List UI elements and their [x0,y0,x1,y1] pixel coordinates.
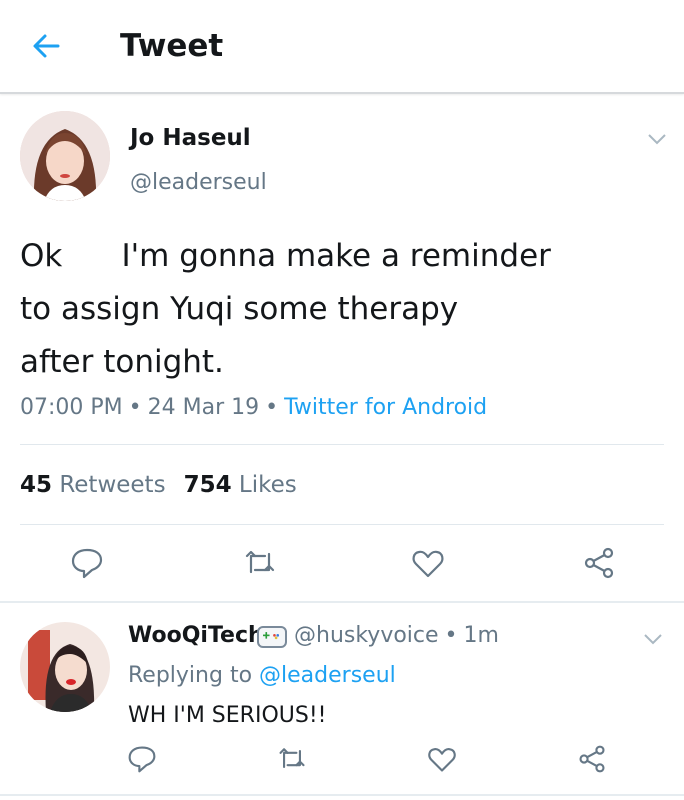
retweets-count: 45 [20,472,53,498]
reply-author-name[interactable]: WooQiTech [128,623,264,648]
divider [0,601,684,603]
tweet-line: Ok I'm gonna make a reminder [20,238,551,274]
retweets-label: Retweets [59,472,166,498]
share-icon[interactable] [582,546,616,580]
avatar[interactable] [20,111,110,201]
retweet-icon[interactable] [243,546,277,580]
likes-label: Likes [238,472,297,498]
separator-dot: • [128,395,142,420]
arrow-left-icon[interactable] [30,30,62,62]
tweet-text: Ok I'm gonna make a reminder to assign Y… [20,230,660,389]
likes-count: 754 [183,472,232,498]
tweet-stats: 45 Retweets 754 Likes [20,472,297,498]
replying-mention-link[interactable]: @leaderseul [259,663,396,688]
like-icon[interactable] [411,546,445,580]
reply-text: WH I'M SERIOUS!! [128,703,327,728]
divider [20,524,664,525]
replying-prefix: Replying to [128,663,253,688]
avatar[interactable] [20,622,110,712]
likes-stat[interactable]: 754 Likes [184,472,297,498]
share-icon[interactable] [577,744,607,774]
divider [20,444,664,445]
tweet-line: after tonight. [20,344,224,380]
reply-time: 1m [463,623,499,648]
tweet-meta: 07:00 PM • 24 Mar 19 • Twitter for Android [20,395,487,420]
reply-author-handle[interactable]: @huskyvoice [294,623,439,648]
tweet-source-link[interactable]: Twitter for Android [284,395,487,420]
chevron-down-icon[interactable] [643,630,663,645]
replying-to: Replying to @leaderseul [128,663,396,688]
reply-icon[interactable] [127,744,157,774]
separator-dot: • [444,623,458,648]
top-bar: Tweet [0,0,684,94]
like-icon[interactable] [427,744,457,774]
retweet-icon[interactable] [277,744,307,774]
author-name[interactable]: Jo Haseul [130,125,251,151]
tweet-time: 07:00 PM [20,395,123,420]
retweets-stat[interactable]: 45 Retweets [20,472,166,498]
divider [0,794,684,796]
tweet-line: to assign Yuqi some therapy [20,291,459,327]
separator-dot: • [265,395,279,420]
author-handle[interactable]: @leaderseul [130,170,267,195]
page-title: Tweet [120,28,224,64]
reply-icon[interactable] [70,546,104,580]
tweet-date: 24 Mar 19 [147,395,260,420]
reply-author-meta: @huskyvoice • 1m [294,623,499,648]
game-controller-icon [257,626,287,648]
chevron-down-icon[interactable] [647,130,667,145]
